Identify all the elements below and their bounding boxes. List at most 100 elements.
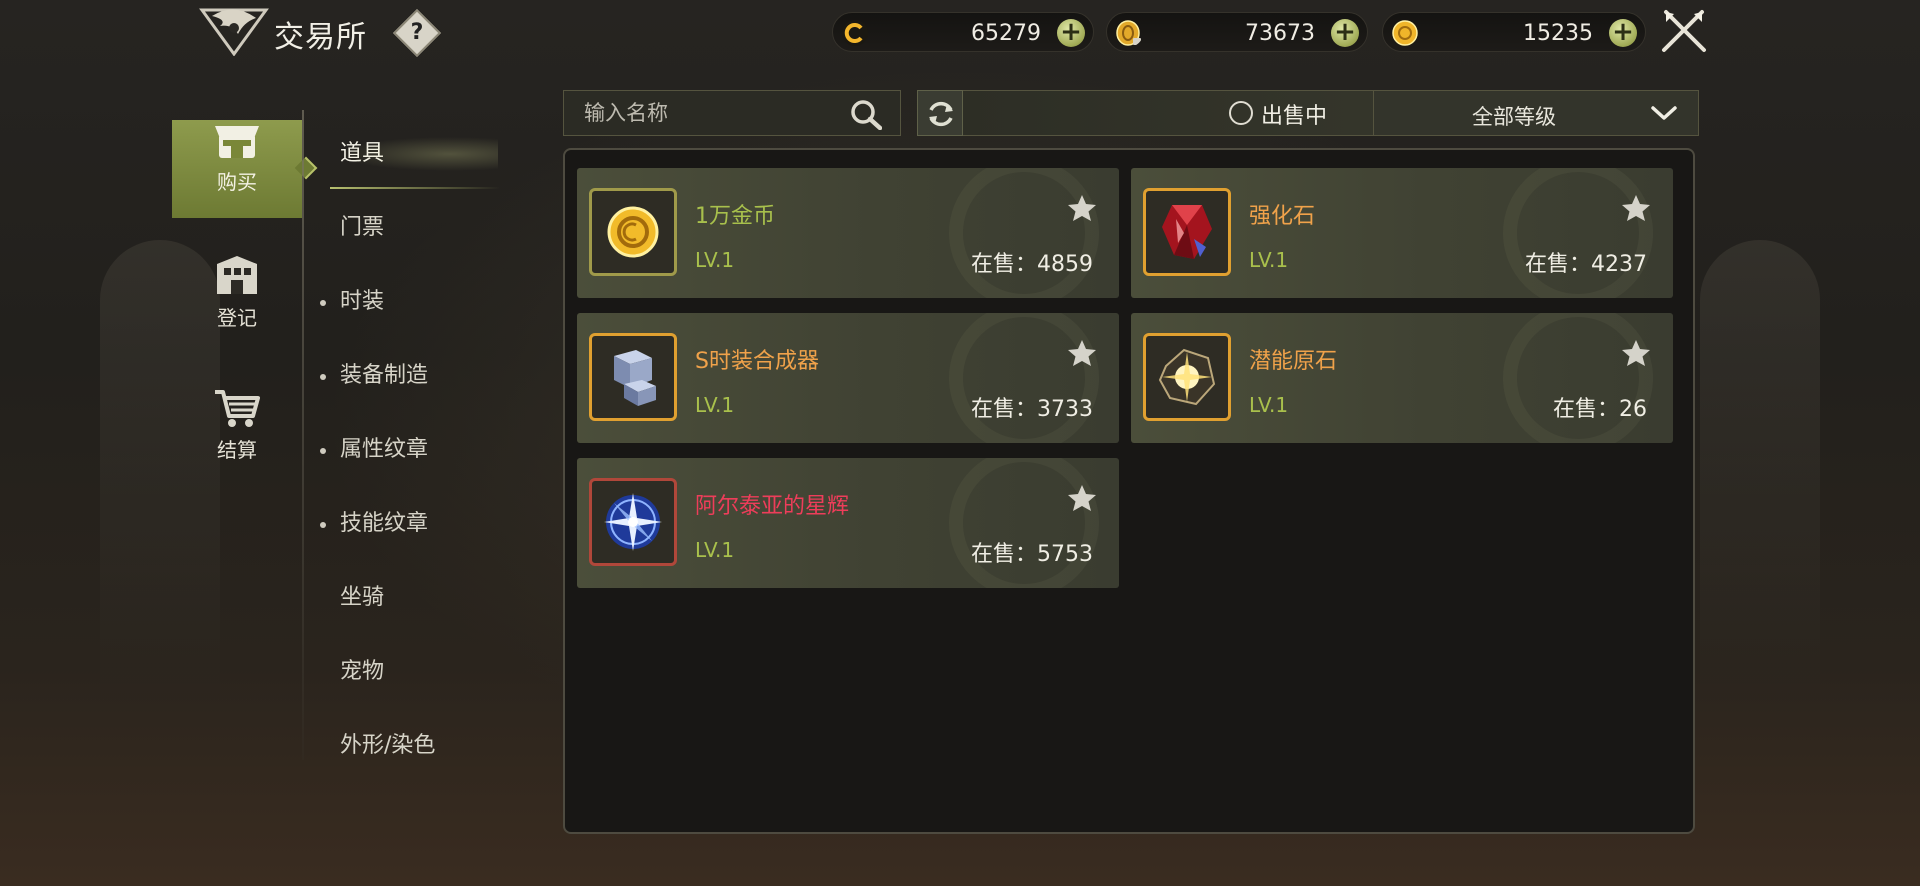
item-name: 潜能原石 [1249,349,1338,374]
item-level: LV.1 [1249,393,1289,417]
currency-c-coin: 65279 + [832,12,1094,52]
page-title: 交易所 [274,20,367,55]
synthesizer-cube-icon [614,350,656,406]
item-icon-frame [589,188,677,276]
chevron-down-icon [1651,106,1677,120]
item-on-sale-count: 在售：4237 [1525,252,1647,277]
item-name: 1万金币 [695,204,775,229]
main-nav-register[interactable]: 登记 [172,254,302,352]
crossed-swords-close-icon[interactable] [1660,8,1708,56]
search-input[interactable] [564,91,844,135]
category-item-skill-emblem[interactable]: 技能纹章 [318,487,498,561]
level-select-value: 全部等级 [1472,105,1556,129]
category-item-attribute-emblem[interactable]: 属性纹章 [318,413,498,487]
card-watermark [1503,168,1653,298]
category-item-fashion[interactable]: 时装 [318,265,498,339]
item-card[interactable]: S时装合成器 LV.1 在售：3733 [577,313,1119,443]
gold-coin-item-icon [607,206,659,258]
background-decoration-right [1700,240,1820,700]
item-card[interactable]: 强化石 LV.1 在售：4237 [1131,168,1673,298]
building-icon [217,256,257,294]
item-level: LV.1 [695,538,735,562]
item-icon-frame [589,478,677,566]
top-bar: 交易所 ? 65279 + 73673 + 15235 + [0,0,1920,62]
bullet-dot [320,522,326,528]
item-name: 阿尔泰亚的星辉 [695,494,850,519]
category-label: 外形/染色 [340,733,436,758]
favorite-star-icon[interactable] [1067,194,1097,222]
bullet-dot [320,374,326,380]
add-currency-button[interactable]: + [1057,19,1085,47]
category-item-equipment-crafting[interactable]: 装备制造 [318,339,498,413]
item-icon-frame [1143,333,1231,421]
category-item-pet[interactable]: 宠物 [318,635,498,709]
item-on-sale-count: 在售：5753 [971,542,1093,567]
favorite-star-icon[interactable] [1621,194,1651,222]
bound-gold-coin-icon [1116,20,1141,46]
category-label: 坐骑 [340,585,385,610]
add-currency-button[interactable]: + [1331,19,1359,47]
main-nav-label: 购买 [217,170,257,194]
category-label: 技能纹章 [340,511,429,536]
item-card[interactable]: 潜能原石 LV.1 在售：26 [1131,313,1673,443]
cart-icon [215,390,260,427]
category-label: 装备制造 [340,363,429,388]
category-item-tickets[interactable]: 门票 [318,191,498,265]
bullet-dot [320,300,326,306]
gold-coin-icon [1392,20,1418,46]
shop-icon [215,126,259,158]
item-list-panel: 1万金币 LV.1 在售：4859 强化石 LV.1 在售：4237 S时装合成… [563,148,1695,834]
category-label: 门票 [340,215,385,240]
category-item-props[interactable]: 道具 [318,117,500,191]
category-item-appearance-dye[interactable]: 外形/染色 [318,709,498,783]
category-label: 宠物 [340,659,385,684]
favorite-star-icon[interactable] [1621,339,1651,367]
currency-gold: 15235 + [1382,12,1646,52]
item-card[interactable]: 1万金币 LV.1 在售：4859 [577,168,1119,298]
item-icon-frame [589,333,677,421]
refresh-icon [929,101,953,127]
item-name: 强化石 [1249,204,1316,229]
currency-value: 73673 [1245,21,1315,46]
card-watermark [949,313,1099,443]
currency-value: 15235 [1523,21,1593,46]
category-label: 属性纹章 [340,437,429,462]
item-level: LV.1 [695,393,735,417]
level-select[interactable]: 全部等级 [1373,90,1699,136]
currency-bound-gold: 73673 + [1106,12,1368,52]
item-card[interactable]: 阿尔泰亚的星辉 LV.1 在售：5753 [577,458,1119,588]
card-watermark [949,168,1099,298]
add-currency-button[interactable]: + [1609,19,1637,47]
item-on-sale-count: 在售：4859 [971,252,1093,277]
main-nav-settle[interactable]: 结算 [172,388,302,486]
red-gem-icon [1162,205,1212,259]
bullet-dot [320,448,326,454]
refresh-button[interactable] [917,90,963,136]
category-list: 道具 门票 时装 装备制造 属性纹章 技能纹章 坐骑 宠物 外形/染色 [318,117,500,783]
category-item-mount[interactable]: 坐骑 [318,561,498,635]
main-nav: 购买 登记 结算 [172,110,318,522]
nav-divider [302,110,304,760]
favorite-star-icon[interactable] [1067,484,1097,512]
dragon-emblem-icon [199,8,269,56]
card-watermark [1503,313,1653,443]
on-sale-label: 出售中 [1261,104,1328,129]
currency-value: 65279 [971,21,1041,46]
main-nav-label: 登记 [217,306,257,330]
card-watermark [949,458,1099,588]
search-icon[interactable] [850,100,882,130]
item-name: S时装合成器 [695,349,819,374]
item-level: LV.1 [1249,248,1289,272]
item-on-sale-count: 在售：26 [1553,397,1647,422]
question-icon: ? [410,20,424,45]
favorite-star-icon[interactable] [1067,339,1097,367]
category-label: 时装 [340,289,385,314]
main-nav-buy[interactable]: 购买 [172,120,318,218]
help-button[interactable]: ? [392,8,442,58]
category-label: 道具 [340,141,385,166]
c-coin-icon [842,20,868,46]
main-nav-label: 结算 [217,438,257,462]
star-compass-icon [604,493,662,551]
radio-button[interactable] [1229,101,1253,125]
item-level: LV.1 [695,248,735,272]
